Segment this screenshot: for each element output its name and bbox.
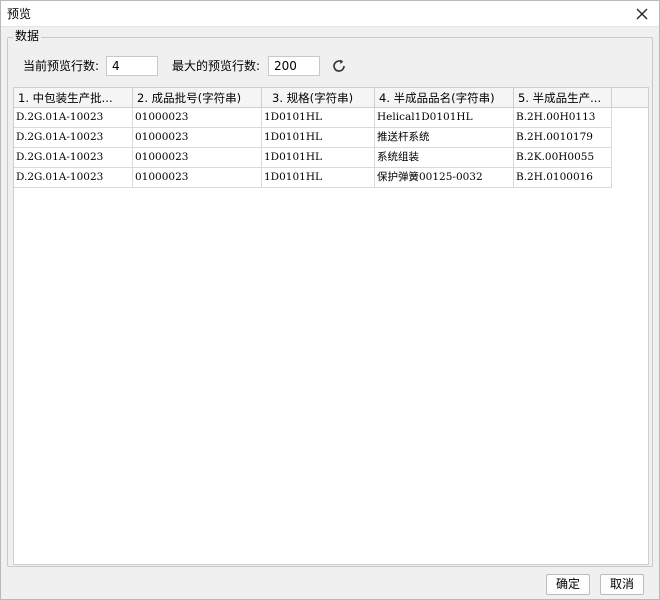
refresh-button[interactable]: [330, 57, 348, 75]
table-cell[interactable]: Helical1D0101HL: [375, 108, 514, 128]
table-cell[interactable]: B.2K.00H0055: [514, 148, 612, 168]
grid-header: 1. 中包装生产批... 2. 成品批号(字符串) 3. 规格(字符串) 4. …: [14, 88, 648, 108]
table-cell[interactable]: D.2G.01A-10023: [14, 108, 133, 128]
column-header-2[interactable]: 2. 成品批号(字符串): [133, 88, 262, 108]
table-cell[interactable]: D.2G.01A-10023: [14, 168, 133, 188]
table-cell[interactable]: 01000023: [133, 108, 262, 128]
table-cell[interactable]: 推送杆系统: [375, 128, 514, 148]
current-rows-input[interactable]: 4: [106, 56, 158, 76]
max-rows-input[interactable]: 200: [268, 56, 320, 76]
title-bar[interactable]: 预览: [1, 1, 659, 27]
groupbox-legend: 数据: [13, 29, 42, 43]
column-header-5[interactable]: 5. 半成品生产...: [514, 88, 612, 108]
cancel-button[interactable]: 取消: [600, 574, 644, 595]
current-rows-label: 当前预览行数:: [23, 59, 100, 73]
ok-button[interactable]: 确定: [546, 574, 590, 595]
table-cell[interactable]: D.2G.01A-10023: [14, 148, 133, 168]
table-cell[interactable]: 1D0101HL: [262, 128, 375, 148]
table-cell[interactable]: 保护弹簧00125-0032: [375, 168, 514, 188]
max-rows-label: 最大的预览行数:: [172, 59, 261, 73]
column-header-1[interactable]: 1. 中包装生产批...: [14, 88, 133, 108]
table-cell[interactable]: 1D0101HL: [262, 108, 375, 128]
table-cell[interactable]: 系统组装: [375, 148, 514, 168]
close-button[interactable]: [631, 4, 653, 24]
table-cell[interactable]: B.2H.0010179: [514, 128, 612, 148]
table-cell[interactable]: 01000023: [133, 128, 262, 148]
refresh-icon: [333, 59, 345, 72]
preview-grid[interactable]: 1. 中包装生产批... 2. 成品批号(字符串) 3. 规格(字符串) 4. …: [13, 87, 649, 565]
column-header-4[interactable]: 4. 半成品品名(字符串): [375, 88, 514, 108]
table-cell[interactable]: B.2H.0100016: [514, 168, 612, 188]
column-header-3[interactable]: 3. 规格(字符串): [262, 88, 375, 108]
table-cell[interactable]: B.2H.00H0113: [514, 108, 612, 128]
table-cell[interactable]: 1D0101HL: [262, 148, 375, 168]
table-cell[interactable]: 01000023: [133, 148, 262, 168]
preview-dialog: 预览 数据 当前预览行数: 4 最大的预览行数: 200 1. 中包装生产批..…: [0, 0, 660, 600]
table-cell[interactable]: 01000023: [133, 168, 262, 188]
table-cell[interactable]: D.2G.01A-10023: [14, 128, 133, 148]
close-icon: [636, 8, 648, 20]
window-title: 预览: [7, 7, 32, 21]
table-cell[interactable]: 1D0101HL: [262, 168, 375, 188]
